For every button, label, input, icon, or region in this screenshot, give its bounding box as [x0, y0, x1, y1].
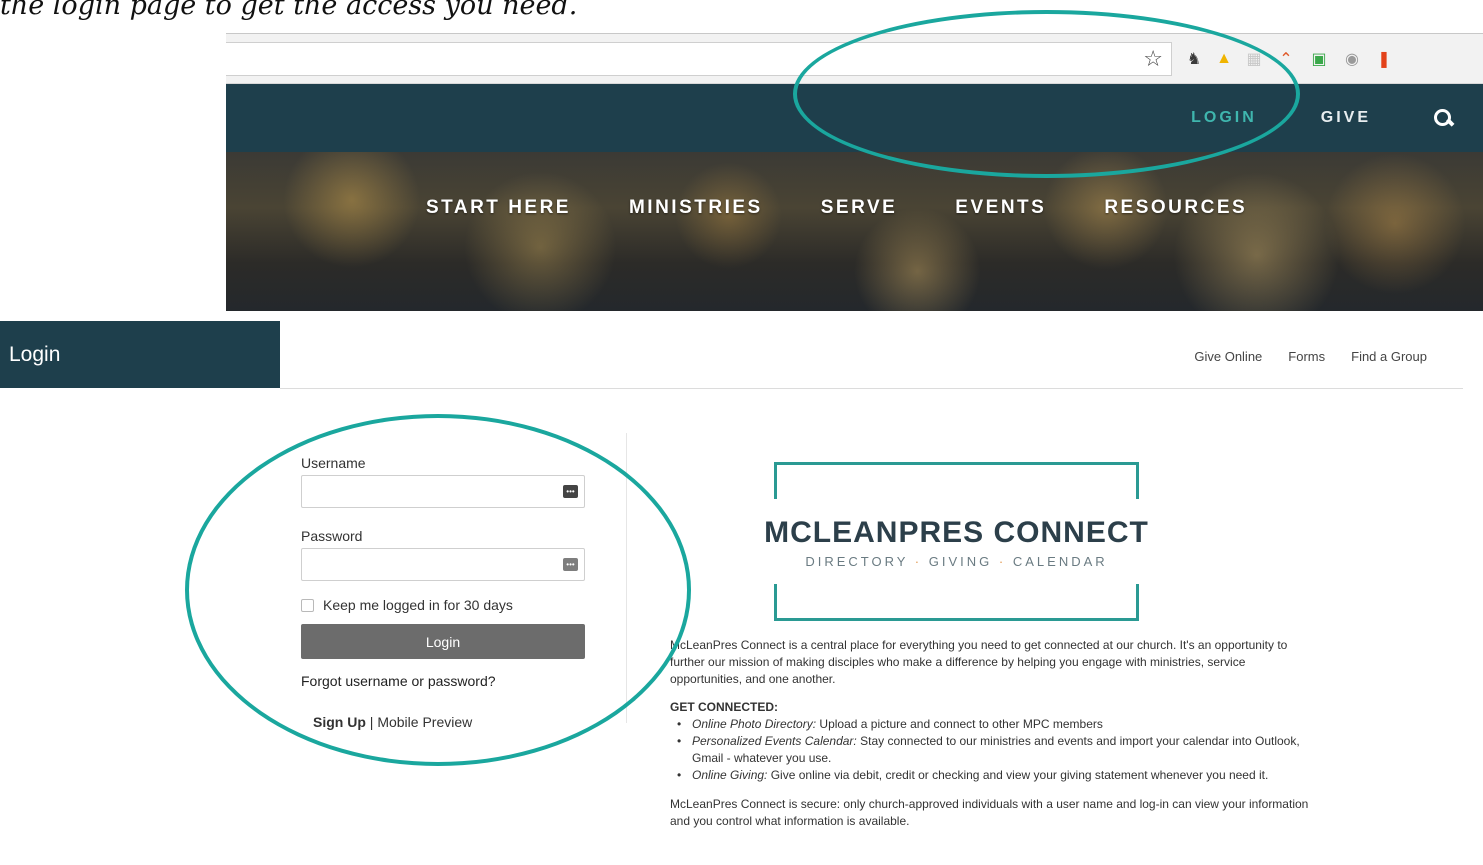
logo-subtitle: DIRECTORY · GIVING · CALENDAR [738, 554, 1175, 569]
username-field-wrapper: ••• [301, 475, 585, 508]
logo-bracket-top [774, 462, 1139, 499]
extension-generic-icon[interactable]: ▦ [1244, 49, 1264, 69]
forgot-credentials-link[interactable]: Forgot username or password? [301, 673, 587, 689]
password-manager-icon[interactable]: ••• [563, 558, 578, 571]
logo-bracket-bottom [774, 584, 1139, 621]
keep-logged-in-row: Keep me logged in for 30 days [301, 597, 587, 613]
password-label: Password [301, 528, 363, 544]
instruction-caption: the login page to get the access you nee… [0, 0, 578, 21]
login-button[interactable]: Login [301, 624, 585, 659]
main-nav: START HERE MINISTRIES SERVE EVENTS RESOU… [426, 197, 1305, 219]
feature-list: Online Photo Directory: Upload a picture… [670, 716, 1310, 784]
nav-resources[interactable]: RESOURCES [1104, 197, 1247, 219]
password-manager-icon[interactable]: ••• [563, 485, 578, 498]
logo-title: MCLEANPRES CONNECT [764, 516, 1149, 549]
logo-sub-dot: · [914, 554, 923, 569]
green-extension-icon[interactable]: ▣ [1309, 49, 1329, 69]
give-online-link[interactable]: Give Online [1194, 349, 1262, 364]
forms-link[interactable]: Forms [1288, 349, 1325, 364]
list-item: Personalized Events Calendar: Stay conne… [670, 733, 1310, 767]
privacy-icon[interactable]: ◉ [1342, 49, 1362, 69]
nav-events[interactable]: EVENTS [955, 197, 1046, 219]
header-links: Give Online Forms Find a Group [1194, 349, 1427, 364]
address-bar[interactable]: ☆ [226, 42, 1172, 76]
connect-description: McLeanPres Connect is a central place fo… [670, 637, 1310, 841]
browser-screenshot: ☆ ♞ ▲ ▦ ⌃ ▣ ◉ ❚ LOGIN GIVE START HERE MI… [226, 33, 1483, 311]
find-a-group-link[interactable]: Find a Group [1351, 349, 1427, 364]
logo-sub-dot: · [998, 554, 1007, 569]
nav-ministries[interactable]: MINISTRIES [629, 197, 763, 219]
keep-logged-in-checkbox[interactable] [301, 598, 314, 612]
nav-serve[interactable]: SERVE [821, 197, 898, 219]
login-form: Username ••• Password ••• Keep me logged… [301, 455, 587, 689]
evernote-icon[interactable]: ♞ [1184, 49, 1204, 69]
google-drive-icon[interactable]: ▲ [1214, 49, 1234, 69]
site-utility-nav: LOGIN GIVE [1159, 84, 1483, 152]
search-icon[interactable] [1433, 108, 1453, 128]
browser-toolbar: ☆ ♞ ▲ ▦ ⌃ ▣ ◉ ❚ [226, 33, 1483, 84]
logo-sub-giving: GIVING [928, 554, 993, 569]
reading-icon[interactable]: ⌃ [1276, 49, 1296, 69]
username-label: Username [301, 455, 366, 471]
security-paragraph: McLeanPres Connect is secure: only churc… [670, 797, 1309, 828]
list-item: Online Giving: Give online via debit, cr… [670, 767, 1310, 784]
password-field-wrapper: ••• [301, 548, 585, 581]
site-give-link[interactable]: GIVE [1289, 109, 1403, 127]
username-input[interactable] [302, 476, 584, 507]
office-icon[interactable]: ❚ [1374, 49, 1394, 69]
logo-sub-calendar: CALENDAR [1012, 554, 1108, 569]
hero-banner: START HERE MINISTRIES SERVE EVENTS RESOU… [226, 152, 1483, 311]
mobile-preview-link[interactable]: Mobile Preview [377, 714, 472, 730]
sign-up-link[interactable]: Sign Up [313, 714, 366, 730]
site-login-link[interactable]: LOGIN [1159, 109, 1289, 127]
link-separator: | [369, 714, 374, 730]
get-connected-heading: GET CONNECTED: [670, 700, 778, 714]
signup-row: Sign Up | Mobile Preview [313, 714, 472, 730]
list-item: Online Photo Directory: Upload a picture… [670, 716, 1310, 733]
column-divider [626, 433, 627, 723]
site-header: LOGIN GIVE [226, 84, 1483, 152]
header-divider [280, 388, 1463, 389]
logo-sub-directory: DIRECTORY [805, 554, 909, 569]
keep-logged-in-label[interactable]: Keep me logged in for 30 days [323, 597, 513, 613]
star-icon[interactable]: ☆ [1143, 46, 1163, 72]
intro-paragraph: McLeanPres Connect is a central place fo… [670, 638, 1288, 686]
connect-logo: MCLEANPRES CONNECT DIRECTORY · GIVING · … [764, 462, 1148, 621]
password-input[interactable] [302, 549, 584, 580]
page-title: Login [0, 321, 280, 388]
nav-start-here[interactable]: START HERE [426, 197, 571, 219]
login-page-screenshot: Login Give Online Forms Find a Group Use… [0, 321, 1483, 865]
